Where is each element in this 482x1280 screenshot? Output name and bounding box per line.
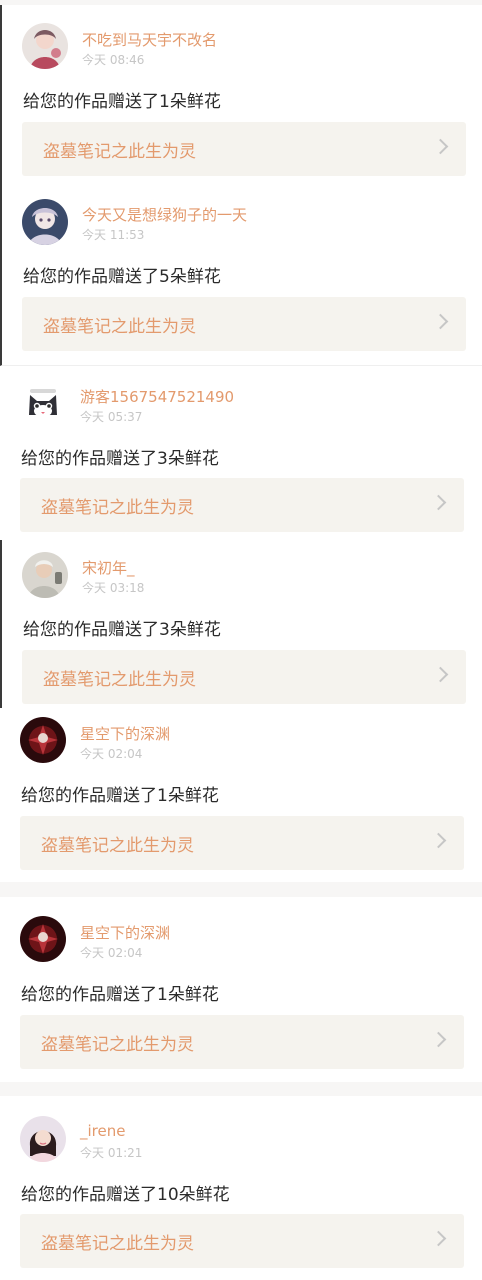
username[interactable]: _irene [80,1122,125,1140]
timestamp: 今天 02:04 [80,946,143,960]
chevron-right-icon [432,313,449,330]
username[interactable]: 今天又是想绿狗子的一天 [82,204,247,225]
work-title: 盗墓笔记之此生为灵 [43,142,196,162]
username[interactable]: 星空下的深渊 [80,723,170,744]
username[interactable]: 宋初年_ [82,557,135,578]
gift-message: 给您的作品赠送了1朵鲜花 [21,786,219,806]
avatar-anime-character-icon[interactable] [22,199,68,245]
work-title: 盗墓笔记之此生为灵 [41,836,194,856]
avatar-dark-red-icon[interactable] [20,916,66,962]
username[interactable]: 不吃到马天宇不改名 [82,29,217,50]
work-link[interactable]: 盗墓笔记之此生为灵 [22,650,466,704]
chevron-right-icon [430,494,447,511]
timestamp: 今天 01:21 [80,1146,143,1160]
notification-card: 不吃到马天宇不改名 今天 08:46 给您的作品赠送了1朵鲜花 盗墓笔记之此生为… [0,5,482,183]
timestamp: 今天 08:46 [82,53,145,67]
timestamp: 今天 05:37 [80,410,143,424]
timestamp: 今天 02:04 [80,747,143,761]
avatar-woman-photo-icon[interactable] [20,1116,66,1162]
work-title: 盗墓笔记之此生为灵 [41,1234,194,1254]
notification-card: 今天又是想绿狗子的一天 今天 11:53 给您的作品赠送了5朵鲜花 盗墓笔记之此… [0,183,482,366]
notification-card: 宋初年_ 今天 03:18 给您的作品赠送了3朵鲜花 盗墓笔记之此生为灵 [0,540,482,708]
work-title: 盗墓笔记之此生为灵 [41,1035,194,1055]
chevron-right-icon [430,832,447,849]
work-link[interactable]: 盗墓笔记之此生为灵 [20,478,464,532]
notification-card: 星空下的深渊 今天 02:04 给您的作品赠送了1朵鲜花 盗墓笔记之此生为灵 [0,897,482,1082]
work-link[interactable]: 盗墓笔记之此生为灵 [20,1214,464,1268]
chevron-right-icon [430,1031,447,1048]
avatar-person-photo-icon[interactable] [22,552,68,598]
avatar-cat-icon[interactable] [20,381,66,427]
avatar-anime-girl-icon[interactable] [22,23,68,69]
gift-message: 给您的作品赠送了3朵鲜花 [21,449,219,469]
chevron-right-icon [432,138,449,155]
work-title: 盗墓笔记之此生为灵 [43,670,196,690]
gift-message: 给您的作品赠送了10朵鲜花 [21,1185,230,1205]
username[interactable]: 游客1567547521490 [80,386,234,407]
work-link[interactable]: 盗墓笔记之此生为灵 [22,297,466,351]
username[interactable]: 星空下的深渊 [80,922,170,943]
work-title: 盗墓笔记之此生为灵 [41,498,194,518]
work-link[interactable]: 盗墓笔记之此生为灵 [22,122,466,176]
notification-card: 星空下的深渊 今天 02:04 给您的作品赠送了1朵鲜花 盗墓笔记之此生为灵 [0,708,482,882]
timestamp: 今天 11:53 [82,228,145,242]
chevron-right-icon [430,1230,447,1247]
avatar-dark-red-icon[interactable] [20,717,66,763]
chevron-right-icon [432,666,449,683]
gift-message: 给您的作品赠送了5朵鲜花 [23,267,221,287]
gift-message: 给您的作品赠送了1朵鲜花 [21,985,219,1005]
work-link[interactable]: 盗墓笔记之此生为灵 [20,1015,464,1069]
notification-card: _irene 今天 01:21 给您的作品赠送了10朵鲜花 盗墓笔记之此生为灵 [0,1096,482,1280]
timestamp: 今天 03:18 [82,581,145,595]
gift-message: 给您的作品赠送了1朵鲜花 [23,92,221,112]
gift-message: 给您的作品赠送了3朵鲜花 [23,620,221,640]
work-link[interactable]: 盗墓笔记之此生为灵 [20,816,464,870]
notification-card: 游客1567547521490 今天 05:37 给您的作品赠送了3朵鲜花 盗墓… [0,366,482,541]
work-title: 盗墓笔记之此生为灵 [43,317,196,337]
gift-notification-list: 不吃到马天宇不改名 今天 08:46 给您的作品赠送了1朵鲜花 盗墓笔记之此生为… [0,0,482,1280]
